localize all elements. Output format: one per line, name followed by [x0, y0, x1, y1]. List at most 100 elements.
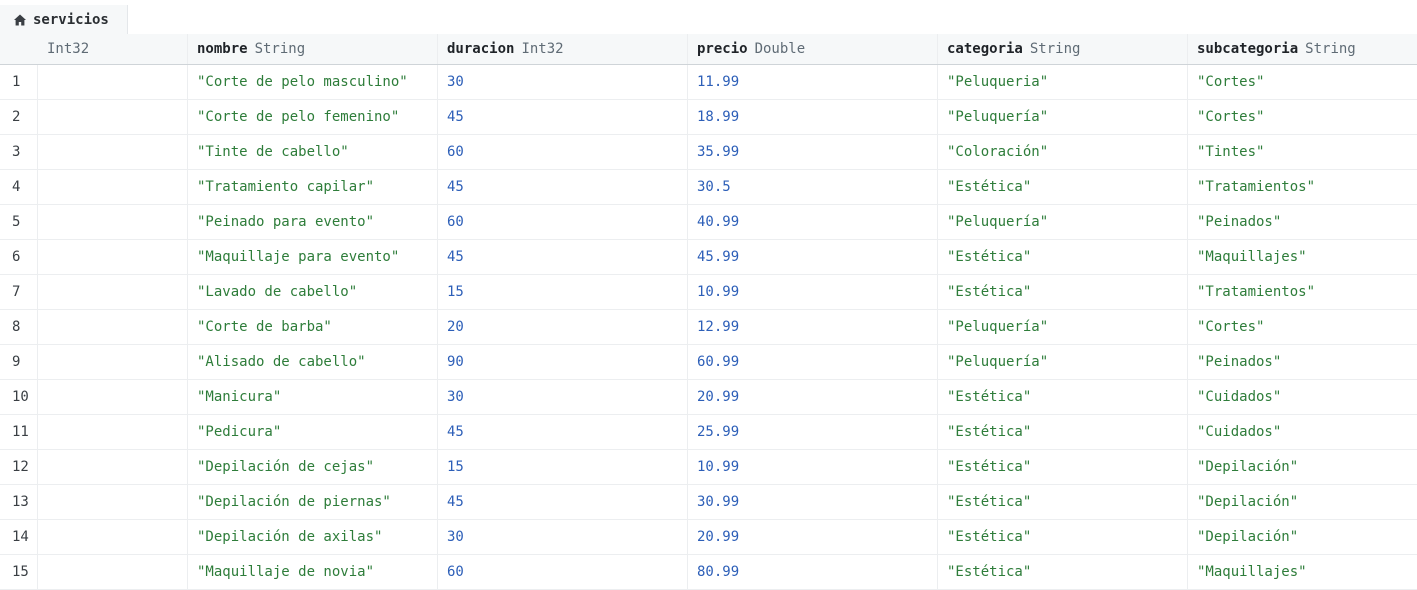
cell-subcategoria[interactable]: "Maquillajes": [1188, 555, 1417, 589]
column-header-id[interactable]: Int32: [38, 34, 188, 64]
cell-id[interactable]: [38, 345, 188, 379]
cell-id[interactable]: [38, 520, 188, 554]
column-header-nombre[interactable]: nombre String: [188, 34, 438, 64]
column-header-precio[interactable]: precio Double: [688, 34, 938, 64]
table-row[interactable]: 12 "Depilación de cejas" 15 10.99 "Estética"…: [0, 450, 1417, 485]
table-row[interactable]: 10 "Manicura" 30 20.99 "Estética" "Cuidados": [0, 380, 1417, 415]
tab-servicios[interactable]: servicios: [0, 5, 128, 34]
cell-subcategoria[interactable]: "Cortes": [1188, 310, 1417, 344]
cell-categoria[interactable]: "Estética": [938, 240, 1188, 274]
cell-precio[interactable]: 12.99: [688, 310, 938, 344]
cell-subcategoria[interactable]: "Cuidados": [1188, 380, 1417, 414]
cell-subcategoria[interactable]: "Peinados": [1188, 345, 1417, 379]
cell-categoria[interactable]: "Estética": [938, 380, 1188, 414]
cell-nombre[interactable]: "Maquillaje de novia": [188, 555, 438, 589]
cell-precio[interactable]: 30.5: [688, 170, 938, 204]
cell-nombre[interactable]: "Alisado de cabello": [188, 345, 438, 379]
table-row[interactable]: 4 "Tratamiento capilar" 45 30.5 "Estética" "T…: [0, 170, 1417, 205]
table-row[interactable]: 11 "Pedicura" 45 25.99 "Estética" "Cuidados": [0, 415, 1417, 450]
cell-id[interactable]: [38, 415, 188, 449]
cell-categoria[interactable]: "Peluqueria": [938, 65, 1188, 99]
cell-nombre[interactable]: "Corte de pelo femenino": [188, 100, 438, 134]
cell-subcategoria[interactable]: "Cortes": [1188, 65, 1417, 99]
cell-id[interactable]: [38, 485, 188, 519]
table-row[interactable]: 5 "Peinado para evento" 60 40.99 "Peluquería…: [0, 205, 1417, 240]
cell-id[interactable]: [38, 310, 188, 344]
cell-duracion[interactable]: 60: [438, 205, 688, 239]
cell-subcategoria[interactable]: "Tratamientos": [1188, 275, 1417, 309]
cell-duracion[interactable]: 45: [438, 415, 688, 449]
cell-subcategoria[interactable]: "Depilación": [1188, 520, 1417, 554]
table-row[interactable]: 1 "Corte de pelo masculino" 30 11.99 "Peluqu…: [0, 65, 1417, 100]
table-row[interactable]: 2 "Corte de pelo femenino" 45 18.99 "Peluque…: [0, 100, 1417, 135]
cell-precio[interactable]: 11.99: [688, 65, 938, 99]
cell-duracion[interactable]: 15: [438, 275, 688, 309]
cell-id[interactable]: [38, 240, 188, 274]
cell-nombre[interactable]: "Lavado de cabello": [188, 275, 438, 309]
table-row[interactable]: 3 "Tinte de cabello" 60 35.99 "Coloración" "T…: [0, 135, 1417, 170]
cell-precio[interactable]: 40.99: [688, 205, 938, 239]
cell-precio[interactable]: 80.99: [688, 555, 938, 589]
cell-subcategoria[interactable]: "Tintes": [1188, 135, 1417, 169]
cell-precio[interactable]: 45.99: [688, 240, 938, 274]
cell-nombre[interactable]: "Pedicura": [188, 415, 438, 449]
cell-nombre[interactable]: "Manicura": [188, 380, 438, 414]
cell-subcategoria[interactable]: "Cortes": [1188, 100, 1417, 134]
cell-categoria[interactable]: "Estética": [938, 520, 1188, 554]
cell-duracion[interactable]: 45: [438, 240, 688, 274]
cell-precio[interactable]: 10.99: [688, 450, 938, 484]
cell-subcategoria[interactable]: "Peinados": [1188, 205, 1417, 239]
cell-precio[interactable]: 30.99: [688, 485, 938, 519]
cell-subcategoria[interactable]: "Maquillajes": [1188, 240, 1417, 274]
cell-precio[interactable]: 35.99: [688, 135, 938, 169]
table-row[interactable]: 15 "Maquillaje de novia" 60 80.99 "Estética"…: [0, 555, 1417, 590]
table-row[interactable]: 9 "Alisado de cabello" 90 60.99 "Peluquería"…: [0, 345, 1417, 380]
cell-duracion[interactable]: 30: [438, 520, 688, 554]
table-row[interactable]: 14 "Depilación de axilas" 30 20.99 "Estética…: [0, 520, 1417, 555]
cell-categoria[interactable]: "Coloración": [938, 135, 1188, 169]
table-row[interactable]: 6 "Maquillaje para evento" 45 45.99 "Estétic…: [0, 240, 1417, 275]
cell-duracion[interactable]: 45: [438, 170, 688, 204]
cell-id[interactable]: [38, 450, 188, 484]
cell-nombre[interactable]: "Maquillaje para evento": [188, 240, 438, 274]
cell-categoria[interactable]: "Estética": [938, 555, 1188, 589]
cell-duracion[interactable]: 30: [438, 65, 688, 99]
cell-categoria[interactable]: "Estética": [938, 485, 1188, 519]
cell-id[interactable]: [38, 170, 188, 204]
cell-nombre[interactable]: "Tinte de cabello": [188, 135, 438, 169]
cell-subcategoria[interactable]: "Cuidados": [1188, 415, 1417, 449]
cell-categoria[interactable]: "Peluquería": [938, 310, 1188, 344]
cell-precio[interactable]: 10.99: [688, 275, 938, 309]
cell-duracion[interactable]: 45: [438, 485, 688, 519]
cell-categoria[interactable]: "Estética": [938, 450, 1188, 484]
cell-nombre[interactable]: "Tratamiento capilar": [188, 170, 438, 204]
cell-duracion[interactable]: 15: [438, 450, 688, 484]
cell-nombre[interactable]: "Depilación de piernas": [188, 485, 438, 519]
column-header-duracion[interactable]: duracion Int32: [438, 34, 688, 64]
cell-categoria[interactable]: "Peluquería": [938, 205, 1188, 239]
cell-precio[interactable]: 20.99: [688, 520, 938, 554]
table-row[interactable]: 13 "Depilación de piernas" 45 30.99 "Estétic…: [0, 485, 1417, 520]
column-header-subcategoria[interactable]: subcategoria String: [1188, 34, 1417, 64]
cell-duracion[interactable]: 90: [438, 345, 688, 379]
cell-categoria[interactable]: "Estética": [938, 170, 1188, 204]
cell-id[interactable]: [38, 380, 188, 414]
cell-duracion[interactable]: 45: [438, 100, 688, 134]
cell-precio[interactable]: 18.99: [688, 100, 938, 134]
cell-categoria[interactable]: "Estética": [938, 415, 1188, 449]
cell-duracion[interactable]: 20: [438, 310, 688, 344]
cell-precio[interactable]: 20.99: [688, 380, 938, 414]
cell-id[interactable]: [38, 555, 188, 589]
cell-id[interactable]: [38, 135, 188, 169]
cell-precio[interactable]: 60.99: [688, 345, 938, 379]
cell-id[interactable]: [38, 275, 188, 309]
cell-id[interactable]: [38, 205, 188, 239]
cell-subcategoria[interactable]: "Depilación": [1188, 485, 1417, 519]
cell-id[interactable]: [38, 65, 188, 99]
cell-nombre[interactable]: "Corte de barba": [188, 310, 438, 344]
table-row[interactable]: 8 "Corte de barba" 20 12.99 "Peluquería" "Cor…: [0, 310, 1417, 345]
column-header-categoria[interactable]: categoria String: [938, 34, 1188, 64]
cell-duracion[interactable]: 60: [438, 555, 688, 589]
cell-categoria[interactable]: "Peluquería": [938, 345, 1188, 379]
table-row[interactable]: 7 "Lavado de cabello" 15 10.99 "Estética" "Tr…: [0, 275, 1417, 310]
